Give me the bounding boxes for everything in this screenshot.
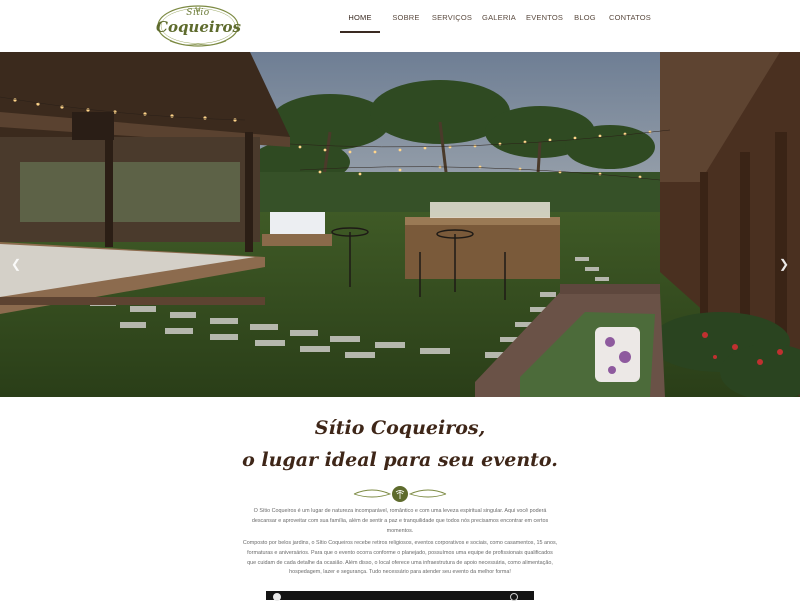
nav-eventos[interactable]: EVENTOS: [526, 0, 563, 52]
logo-line1: Sítio: [186, 8, 210, 18]
intro-section: Sítio Coqueiros, o lugar ideal para seu …: [0, 397, 800, 601]
nav-galeria[interactable]: GALERIA: [480, 0, 518, 52]
chevron-left-icon[interactable]: ❮: [11, 257, 21, 271]
palm-ornament-icon: [353, 486, 447, 502]
nav-blog[interactable]: BLOG: [572, 0, 598, 52]
site-logo[interactable]: Sítio Coqueiros: [156, 3, 241, 49]
intro-title-line1: Sítio Coqueiros,: [314, 417, 486, 439]
nav-sobre[interactable]: SOBRE: [388, 0, 424, 52]
logo-line2: Coqueiros: [156, 18, 241, 36]
hero-image: [0, 52, 800, 397]
main-nav: HOME SOBRE SERVIÇOS GALERIA EVENTOS BLOG…: [340, 0, 652, 52]
intro-title-line2: o lugar ideal para seu evento.: [242, 449, 558, 471]
nav-servicos[interactable]: SERVIÇOS: [430, 0, 474, 52]
nav-contatos[interactable]: CONTATOS: [608, 0, 652, 52]
intro-paragraph-2: Composto por belos jardins, o Sítio Coqu…: [242, 540, 558, 576]
chevron-right-icon[interactable]: ❯: [779, 257, 789, 271]
site-header: Sítio Coqueiros HOME SOBRE SERVIÇOS GALE…: [0, 0, 800, 52]
hero-slider: ❮ ❯: [0, 52, 800, 397]
intro-paragraph-1: O Sítio Coqueiros é um lugar de natureza…: [251, 508, 549, 534]
video-player[interactable]: [266, 591, 534, 601]
nav-home[interactable]: HOME: [340, 0, 380, 52]
